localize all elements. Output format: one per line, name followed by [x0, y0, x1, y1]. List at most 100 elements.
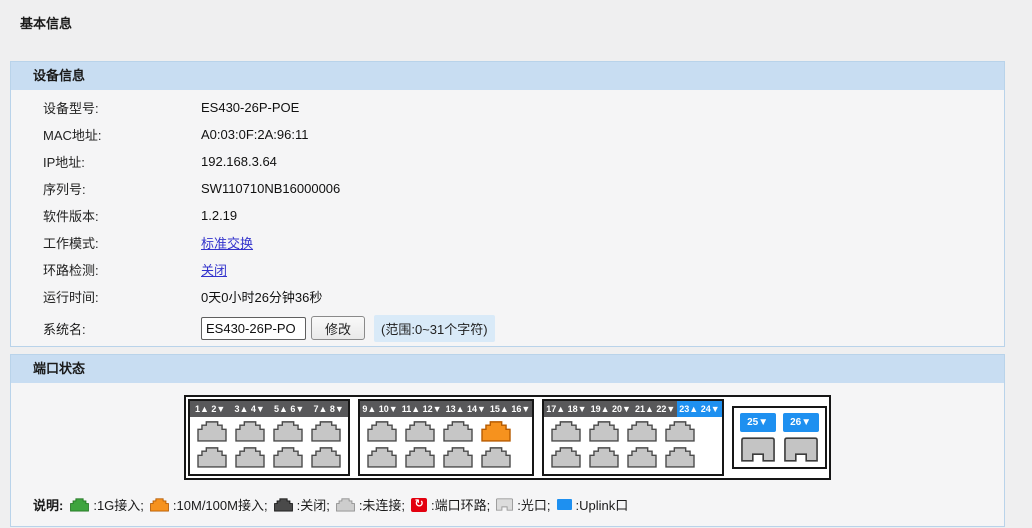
port-14-jack-icon	[443, 447, 473, 468]
legend-item: ↻ :端口环路;	[411, 495, 490, 514]
info-row-software-version: 软件版本:1.2.19	[11, 202, 1004, 229]
port-8-jack-icon	[311, 447, 341, 468]
port-10-jack-icon	[367, 447, 397, 468]
port-pair-5-6: 5▲ 6▼	[269, 401, 309, 417]
port-group-1: 1▲ 2▼3▲ 4▼5▲ 6▼7▲ 8▼	[188, 399, 350, 476]
port-group-1-header: 1▲ 2▼3▲ 4▼5▲ 6▼7▲ 8▼	[190, 401, 348, 417]
port-row-bottom	[367, 447, 525, 468]
port-9-jack-icon	[367, 421, 397, 442]
port-row-top	[367, 421, 525, 442]
rj45-black-icon	[274, 498, 293, 512]
info-row-device-model: 设备型号:ES430-26P-POE	[11, 94, 1004, 121]
device-model-label: 设备型号:	[43, 98, 201, 117]
port-7-jack-icon	[311, 421, 341, 442]
info-row-work-mode: 工作模式:标准交换	[11, 229, 1004, 256]
legend-item: :未连接;	[336, 495, 405, 514]
mac-address-value: A0:03:0F:2A:96:11	[201, 127, 308, 142]
port-21-jack-icon	[627, 421, 657, 442]
system-name-range-hint: (范围:0~31个字符)	[374, 315, 495, 342]
legend-item: :光口;	[496, 495, 550, 514]
page-title: 基本信息	[0, 0, 1032, 32]
port-pair-21-22: 21▲ 22▼	[633, 401, 677, 417]
port-23-jack-icon	[665, 421, 695, 442]
legend-item-label: :1G接入;	[93, 495, 144, 514]
system-name-row: 系统名: 修改 (范围:0~31个字符)	[11, 310, 1004, 346]
ip-address-value: 192.168.3.64	[201, 154, 277, 169]
port-pair-7-8: 7▲ 8▼	[309, 401, 349, 417]
legend-title: 说明:	[33, 495, 63, 514]
port-17-jack-icon	[551, 421, 581, 442]
port-12-jack-icon	[405, 447, 435, 468]
ip-address-label: IP地址:	[43, 152, 201, 171]
system-name-input[interactable]	[201, 317, 306, 340]
port-11-jack-icon	[405, 421, 435, 442]
port-pair-1-2: 1▲ 2▼	[190, 401, 230, 417]
legend-item-label: :关闭;	[297, 495, 330, 514]
port-20-jack-icon	[589, 447, 619, 468]
sfp-gray-icon	[496, 498, 513, 511]
loop-red-icon: ↻	[411, 498, 427, 512]
uplink-blue-icon	[557, 499, 572, 510]
fiber-port-group: 25▼ 26▼	[732, 406, 827, 469]
legend-item-label: :端口环路;	[431, 495, 490, 514]
mac-address-label: MAC地址:	[43, 125, 201, 144]
legend-item: :1G接入;	[70, 495, 144, 514]
port-row-bottom	[551, 447, 714, 468]
port-group-2-header: 9▲ 10▼11▲ 12▼13▲ 14▼15▲ 16▼	[360, 401, 532, 417]
serial-number-value: SW110710NB16000006	[201, 181, 340, 196]
loop-detection-label: 环路检测:	[43, 260, 201, 279]
legend-item: :Uplink口	[557, 495, 629, 514]
device-info-header: 设备信息	[11, 62, 1004, 90]
port-1-jack-icon	[197, 421, 227, 442]
fiber-port-25: 25▼	[740, 413, 776, 462]
port-15-jack-icon	[481, 421, 511, 442]
info-row-ip-address: IP地址:192.168.3.64	[11, 148, 1004, 175]
info-row-serial-number: 序列号:SW110710NB16000006	[11, 175, 1004, 202]
port-18-jack-icon	[551, 447, 581, 468]
port-group-2-ports	[360, 417, 532, 474]
port-pair-13-14: 13▲ 14▼	[444, 401, 488, 417]
port-3-jack-icon	[235, 421, 265, 442]
port-pair-11-12: 11▲ 12▼	[400, 401, 444, 417]
port-status-header: 端口状态	[11, 355, 1004, 383]
port-pair-17-18: 17▲ 18▼	[544, 401, 588, 417]
switch-diagram: 1▲ 2▼3▲ 4▼5▲ 6▼7▲ 8▼ 9▲ 10▼11▲ 12▼13▲ 14▼…	[184, 395, 830, 480]
port-pair-23-24: 23▲ 24▼	[677, 401, 721, 417]
port-13-jack-icon	[443, 421, 473, 442]
port-group-3: 17▲ 18▼19▲ 20▼21▲ 22▼23▲ 24▼	[542, 399, 723, 476]
port-4-jack-icon	[235, 447, 265, 468]
rj45-orange-icon	[150, 498, 169, 512]
port-24-jack-icon	[665, 447, 695, 468]
work-mode-link[interactable]: 标准交换	[201, 233, 253, 252]
port-2-jack-icon	[197, 447, 227, 468]
port-5-jack-icon	[273, 421, 303, 442]
uptime-label: 运行时间:	[43, 287, 201, 306]
work-mode-label: 工作模式:	[43, 233, 201, 252]
info-row-uptime: 运行时间:0天0小时26分钟36秒	[11, 283, 1004, 310]
legend-item-label: :Uplink口	[576, 495, 629, 514]
port-group-3-ports	[544, 417, 721, 474]
port-legend: 说明: :1G接入;:10M/100M接入;:关闭;:未连接;↻:端口环路;:光…	[11, 480, 1004, 526]
serial-number-label: 序列号:	[43, 179, 201, 198]
uptime-value: 0天0小时26分钟36秒	[201, 287, 322, 306]
info-row-loop-detection: 环路检测:关闭	[11, 256, 1004, 283]
software-version-label: 软件版本:	[43, 206, 201, 225]
port-22-jack-icon	[627, 447, 657, 468]
system-name-label: 系统名:	[43, 319, 201, 338]
legend-item-label: :未连接;	[359, 495, 405, 514]
port-status-panel: 端口状态 1▲ 2▼3▲ 4▼5▲ 6▼7▲ 8▼ 9▲ 10▼11▲ 12▼13…	[10, 354, 1005, 527]
legend-item: :关闭;	[274, 495, 330, 514]
port-26-label: 26▼	[783, 413, 819, 432]
device-info-panel: 设备信息 设备型号:ES430-26P-POE MAC地址:A0:03:0F:2A…	[10, 61, 1005, 347]
rj45-gray-icon	[336, 498, 355, 512]
modify-button[interactable]: 修改	[311, 316, 365, 340]
loop-detection-link[interactable]: 关闭	[201, 260, 227, 279]
port-pair-3-4: 3▲ 4▼	[230, 401, 270, 417]
port-pair-15-16: 15▲ 16▼	[488, 401, 532, 417]
legend-item-label: :光口;	[517, 495, 550, 514]
port-26-sfp-icon	[784, 437, 818, 462]
port-16-jack-icon	[481, 447, 511, 468]
port-row-bottom	[197, 447, 341, 468]
fiber-port-26: 26▼	[783, 413, 819, 462]
port-6-jack-icon	[273, 447, 303, 468]
